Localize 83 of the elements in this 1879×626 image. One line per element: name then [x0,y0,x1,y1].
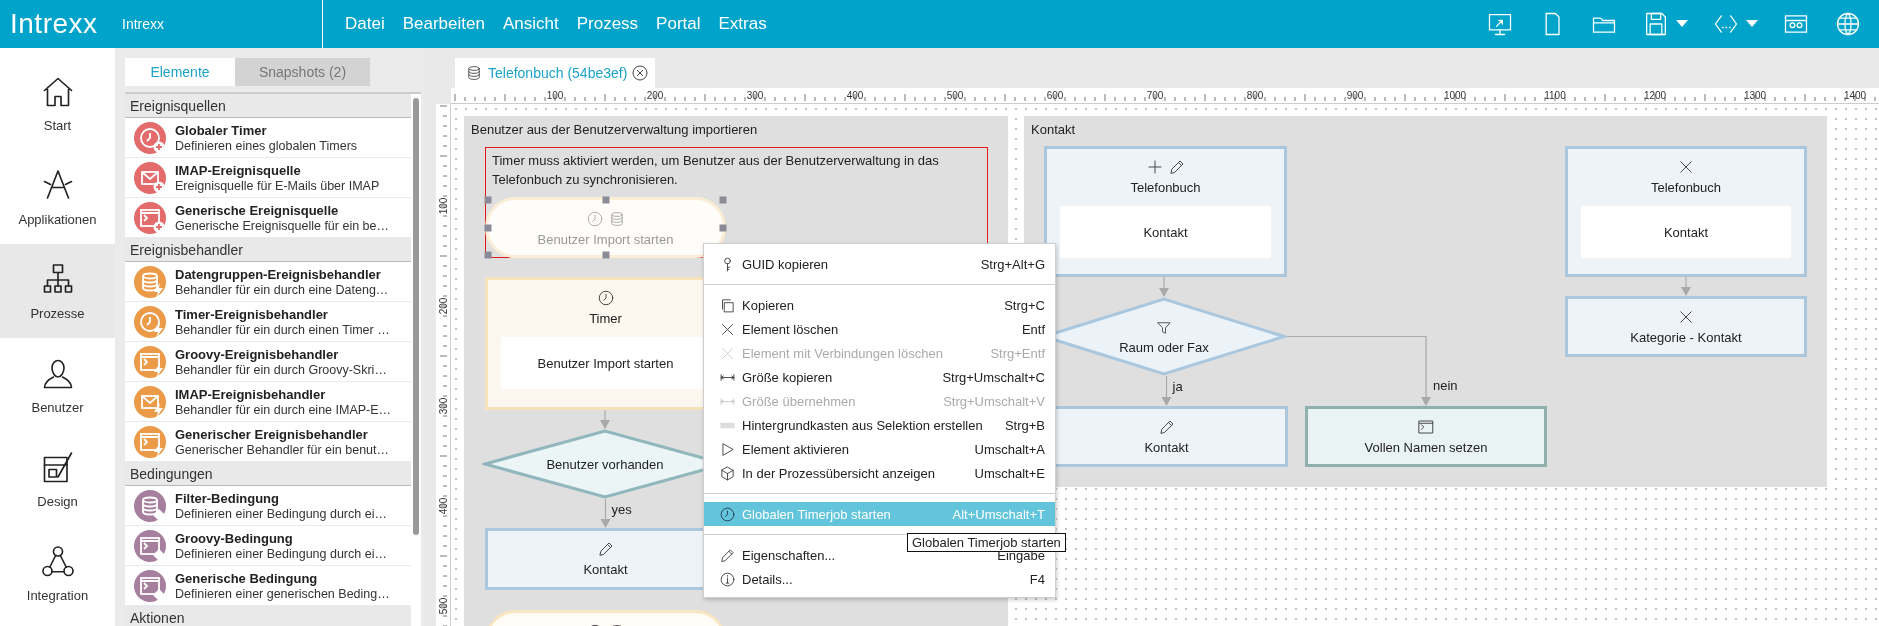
menu-shortcut: Strg+Alt+G [980,256,1045,272]
ruler-label: 700 [1146,90,1164,101]
ruler-label: 600 [1046,90,1064,101]
node-label: Benutzer vorhanden [546,456,664,472]
group-header: Ereignisbehandler [125,238,411,262]
ruler-label: 1400 [1843,90,1867,101]
connector-label: yes [611,502,632,517]
menu-shortcut: Umschalt+A [974,441,1045,457]
element-description: Definieren einer Bedingung durch ei… [175,546,387,561]
node-label: Raum oder Fax [1119,340,1209,355]
menu-shortcut: Umschalt+E [974,465,1045,481]
nav-label: Prozesse [30,305,85,321]
ruler-label: 100 [437,197,449,215]
ruler-label: 500 [437,597,449,615]
ruler-label: 1200 [1643,90,1667,101]
tooltip: Globalen Timerjob starten [907,533,1066,552]
nav-label: Start [43,117,72,133]
ruler-label: 100 [546,90,564,101]
element-title: Generische Ereignisquelle [175,202,340,218]
ruler-label: 500 [946,90,964,101]
connector-label: nein [1433,378,1458,393]
ruler-label: 1000 [1443,90,1467,101]
ruler-label: 1300 [1743,90,1767,101]
element-title: Filter-Bedingung [175,490,280,506]
element-description: Definieren eines globalen Timers [175,138,358,153]
node-label: Kategorie - Kontakt [1630,330,1742,345]
element-title: IMAP-Ereignisbehandler [175,386,327,402]
group-header: Aktionen [125,606,411,626]
menu-shortcut: Strg+Entf [990,345,1045,361]
element-title: IMAP-Ereignisquelle [175,162,302,178]
element-description: Generische Ereignisquelle für ein be… [175,218,389,233]
nav-label: Design [37,493,78,509]
editor-tab-title: Telefonbuch (54be3ef) [488,65,628,81]
node-label: Telefonbuch [1650,180,1722,195]
element-title: Groovy-Bedingung [175,530,294,546]
ruler-label: 300 [437,397,449,415]
ruler-label: 200 [437,297,449,315]
element-title: Generischer Ereignisbehandler [175,426,369,442]
ruler-label: 400 [437,497,449,515]
element-description: Generischer Behandler für ein benut… [175,442,389,457]
element-description: Definieren einer Bedingung durch ei… [175,506,387,521]
menu-shortcut: Strg+B [1004,417,1045,433]
node-detail: Kontakt [1581,206,1791,258]
ruler-label: 800 [1246,90,1264,101]
menu-shortcut: Strg+C [1004,297,1045,313]
ruler-label: 1100 [1544,90,1566,101]
element-description: Definieren einer generischen Beding… [175,586,390,601]
ruler-label: 300 [746,90,764,101]
element-title: Groovy-Ereignisbehandler [175,346,340,362]
element-description: Behandler für ein durch eine IMAP-E… [175,402,392,417]
node-label: Vollen Namen setzen [1364,440,1488,455]
nav-label: Benutzer [31,399,84,415]
menu-shortcut: Entf [1021,321,1045,337]
menu-shortcut: F4 [1029,571,1045,587]
element-description: Behandler für ein durch Groovy-Skri… [175,362,387,377]
nav-label: Applikationen [18,211,97,227]
group-title: Benutzer aus der Benutzerverwaltung importieren [471,122,758,137]
element-title: Datengruppen-Ereignisbehandler [175,266,382,282]
element-title: Generische Bedingung [175,570,319,586]
element-description: Behandler für ein durch einen Timer … [175,322,390,337]
menu-shortcut: Alt+Umschalt+T [952,506,1045,522]
node-detail: Kontakt [1060,206,1271,258]
node-label: Kontakt [1144,440,1189,455]
nav-label: Integration [26,587,89,603]
menu-shortcut: Strg+Umschalt+C [942,369,1045,385]
ruler-label: 200 [646,90,664,101]
element-description: Ereignisquelle für E-Mails über IMAP [175,178,380,193]
node-label: Kontakt [583,562,628,577]
node-label: Benutzer Import starten [537,232,674,247]
app-logo: Intrexx [9,8,99,40]
node-label: Timer [589,311,622,326]
element-description: Behandler für ein durch eine Dateng… [175,282,389,297]
app-name: Intrexx [122,16,164,32]
ruler-label: 400 [846,90,864,101]
node-label: Telefonbuch [1130,180,1201,195]
group-header: Bedingungen [125,462,411,486]
connector-label: ja [1172,379,1183,394]
menu-shortcut: Strg+Umschalt+V [943,393,1045,409]
element-title: Timer-Ereignisbehandler [175,306,329,322]
element-title: Globaler Timer [175,122,268,138]
ruler-label: 900 [1346,90,1364,101]
group-title: Kontakt [1031,122,1076,137]
group-header: Ereignisquellen [125,94,411,118]
